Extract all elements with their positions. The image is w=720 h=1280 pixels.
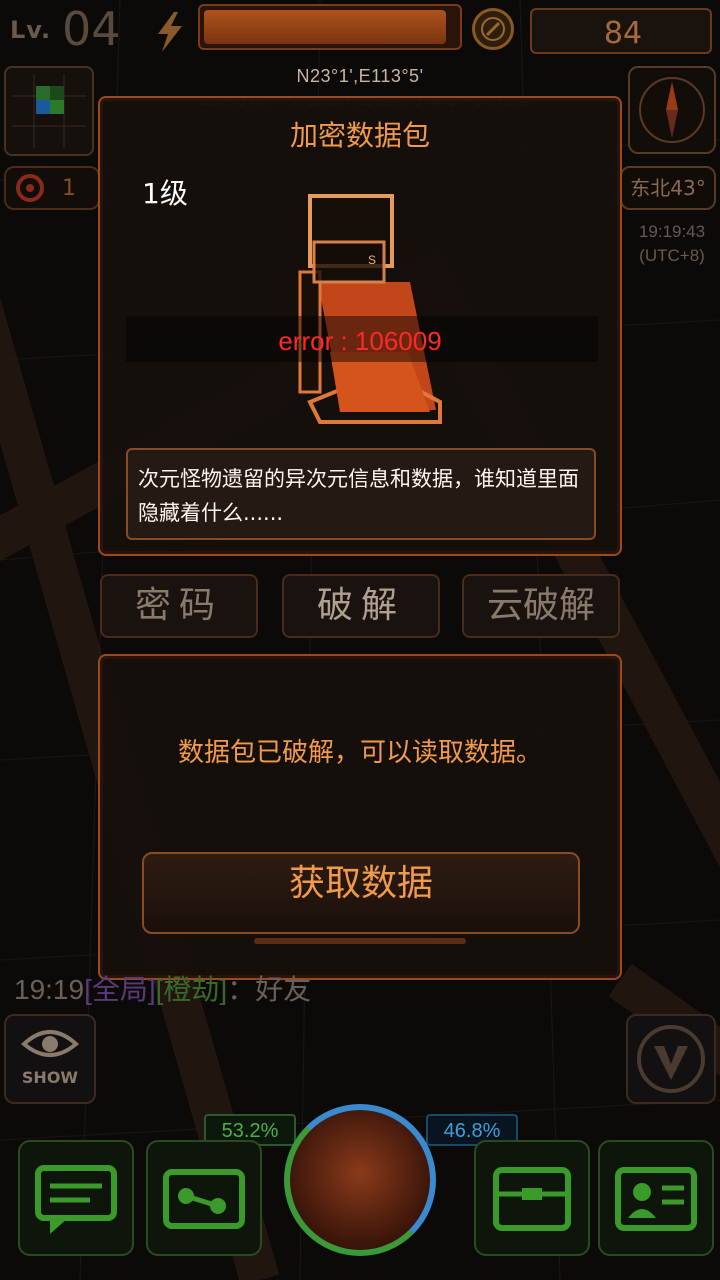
item-description: 次元怪物遗留的异次元信息和数据，谁知道里面隐藏着什么...... (138, 467, 579, 525)
svg-text:S: S (368, 253, 376, 267)
minimap-icon (12, 74, 86, 148)
get-data-button[interactable]: 获取数据 (142, 852, 580, 934)
top-hud: Lv. 04 84 (0, 0, 720, 62)
chat-icon (35, 1165, 117, 1234)
clock-time: 19:19:43 (638, 222, 706, 241)
tab-password[interactable]: 密码 (100, 574, 258, 638)
bolt-icon (158, 12, 182, 52)
chat-sender: [橙劫] (155, 974, 228, 1005)
compass-button[interactable] (628, 66, 716, 154)
profile-nav-button[interactable] (598, 1140, 714, 1256)
coin-icon[interactable] (472, 8, 514, 50)
chat-nav-button[interactable] (18, 1140, 134, 1256)
eye-icon (20, 1030, 80, 1057)
item-title: 加密数据包 (289, 119, 430, 152)
heading-display: 东北43° (620, 166, 716, 210)
emblem-icon (637, 1025, 705, 1093)
share-icon (163, 1169, 245, 1229)
item-level: 1级 (142, 177, 188, 210)
target-count: 1 (62, 176, 76, 201)
share-nav-button[interactable] (146, 1140, 262, 1256)
button-underline (254, 938, 466, 944)
energy-bar-fill (204, 10, 446, 44)
item-dialog: 加密数据包 1级 S error : 106009 次元怪物遗留的异次元信息和数… (98, 96, 622, 556)
energy-bar (198, 4, 462, 50)
error-text: error : 106009 (278, 326, 442, 356)
show-label: SHOW (21, 1068, 79, 1087)
description-box: 次元怪物遗留的异次元信息和数据，谁知道里面隐藏着什么...... (126, 448, 596, 540)
score-value: 84 (603, 16, 643, 51)
result-dialog: 数据包已破解，可以读取数据。 获取数据 (98, 654, 622, 980)
compass-icon (639, 77, 705, 143)
emblem-button[interactable] (626, 1014, 716, 1104)
center-orb-button[interactable] (284, 1104, 436, 1256)
inventory-icon (493, 1167, 571, 1231)
inventory-nav-button[interactable] (474, 1140, 590, 1256)
level-label: Lv. (10, 16, 52, 44)
data-package-image: S (298, 194, 442, 424)
tab-crack[interactable]: 破解 (282, 574, 440, 638)
minimap-button[interactable] (4, 66, 94, 156)
clock: 19:19:43 (UTC+8) (624, 220, 720, 268)
level-value: 04 (62, 2, 121, 56)
show-button[interactable]: SHOW (4, 1014, 96, 1104)
target-icon (16, 174, 44, 202)
profile-icon (615, 1167, 697, 1231)
score-box: 84 (530, 8, 712, 54)
target-counter[interactable]: 1 (4, 166, 100, 210)
chat-time: 19:19 (14, 974, 85, 1005)
coordinates-text: N23°1',E113°5' (296, 66, 424, 86)
result-message: 数据包已破解，可以读取数据。 (177, 738, 542, 768)
tab-cloud-crack[interactable]: 云破解 (462, 574, 620, 638)
chat-line[interactable]: 19:19[全局][橙劫]：好友 (14, 968, 311, 1008)
clock-timezone: (UTC+8) (639, 246, 705, 265)
chat-text: ：好友 (227, 974, 312, 1005)
chat-channel: [全局] (84, 974, 156, 1005)
